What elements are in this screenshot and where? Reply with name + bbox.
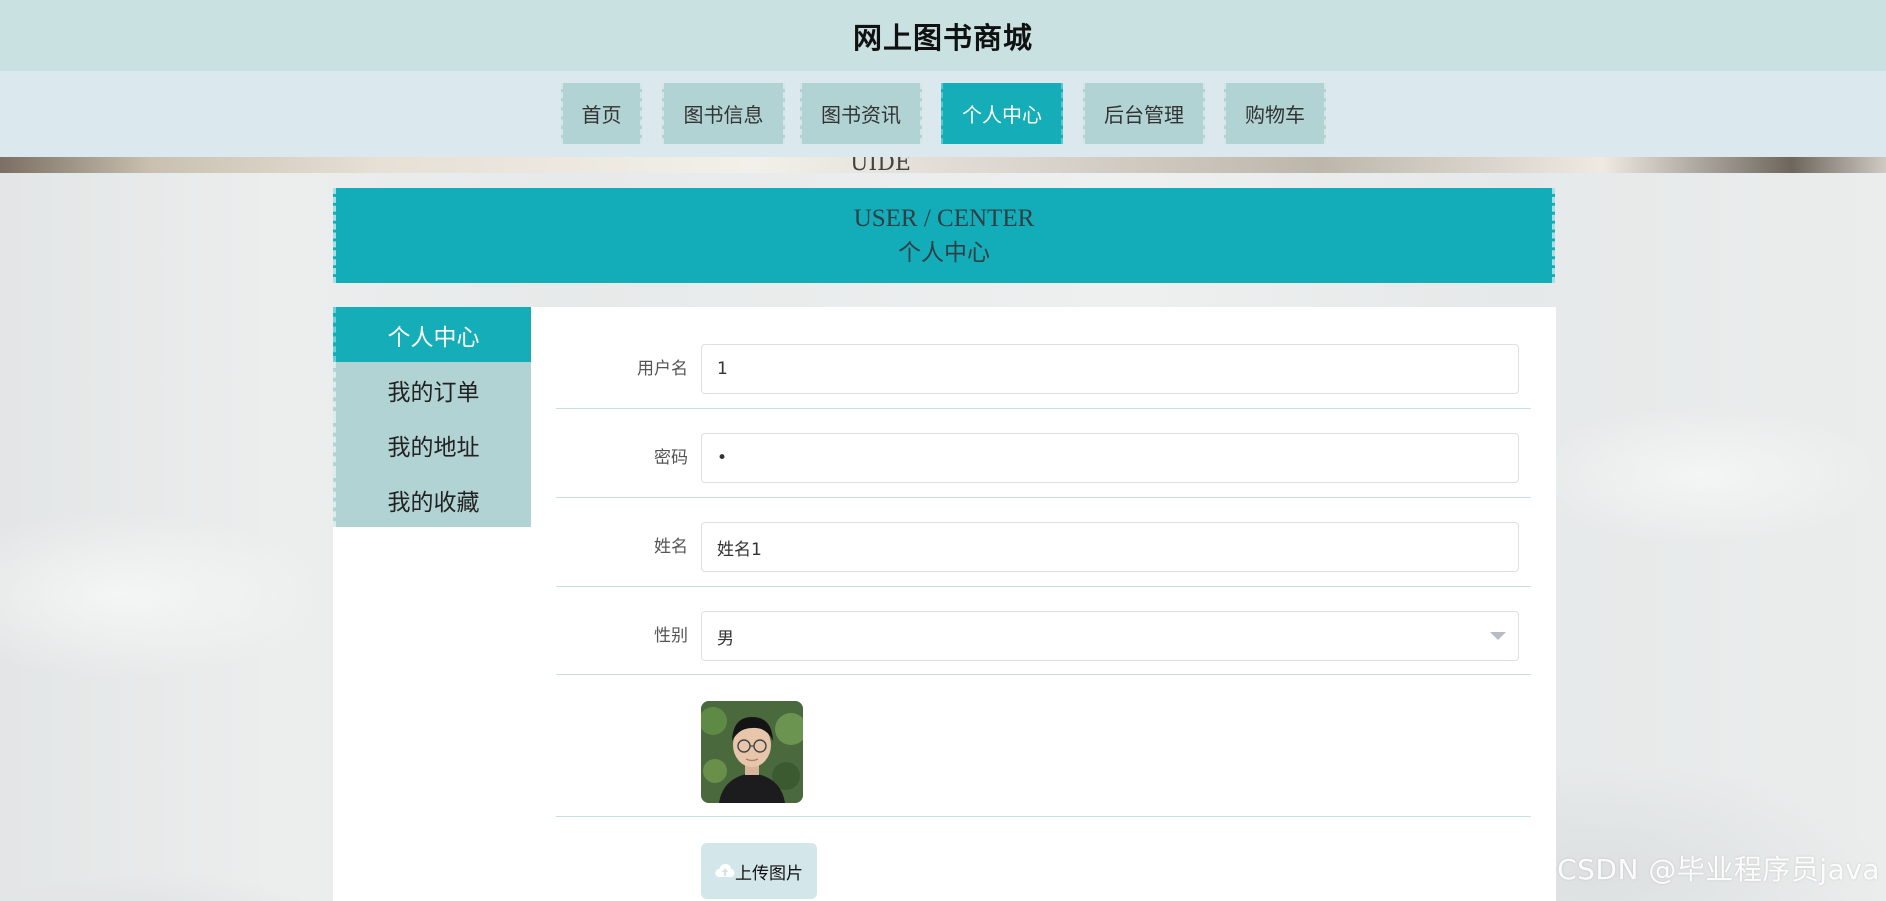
gender-label: 性别 bbox=[654, 626, 688, 646]
sidebar-item-my-address[interactable]: 我的地址 bbox=[333, 417, 531, 472]
avatar bbox=[701, 701, 803, 803]
banner-title-cn: 个人中心 bbox=[898, 239, 990, 266]
divider bbox=[556, 408, 1531, 409]
gender-select-value: 男 bbox=[717, 628, 734, 649]
password-input[interactable]: • bbox=[701, 433, 1519, 483]
sidebar-item-user-center[interactable]: 个人中心 bbox=[333, 307, 531, 362]
banner-title-en: USER / CENTER bbox=[853, 204, 1035, 232]
section-banner: USER / CENTER 个人中心 bbox=[333, 188, 1555, 283]
nav-item-admin[interactable]: 后台管理 bbox=[1083, 83, 1205, 144]
chevron-down-icon bbox=[1490, 632, 1506, 640]
site-header: 网上图书商城 bbox=[0, 0, 1886, 71]
username-label: 用户名 bbox=[637, 359, 688, 379]
upload-image-button[interactable]: 上传图片 bbox=[701, 843, 817, 899]
nav-item-home[interactable]: 首页 bbox=[561, 83, 642, 144]
username-input[interactable]: 1 bbox=[701, 344, 1519, 394]
site-title: 网上图书商城 bbox=[852, 20, 1033, 55]
nav-item-user-center[interactable]: 个人中心 bbox=[941, 83, 1063, 144]
csdn-watermark: CSDN @毕业程序员java bbox=[1557, 853, 1880, 886]
gender-select[interactable]: 男 bbox=[701, 611, 1519, 661]
divider bbox=[556, 674, 1531, 675]
name-input[interactable]: 姓名1 bbox=[701, 522, 1519, 572]
nav-item-book-news[interactable]: 图书资讯 bbox=[800, 83, 922, 144]
main-nav: 首页 图书信息 图书资讯 个人中心 后台管理 购物车 bbox=[0, 71, 1886, 157]
nav-item-book-info[interactable]: 图书信息 bbox=[662, 83, 785, 144]
upload-image-label: 上传图片 bbox=[735, 863, 803, 884]
banner-photo-strip: UIDE bbox=[0, 157, 1886, 173]
name-label: 姓名 bbox=[654, 537, 688, 557]
user-sidebar: 个人中心 我的订单 我的地址 我的收藏 bbox=[333, 307, 531, 901]
cloud-upload-icon bbox=[715, 864, 735, 877]
password-label: 密码 bbox=[654, 448, 688, 468]
profile-form: 用户名 1 密码 • 姓名 姓名1 性别 男 上传图片 bbox=[531, 307, 1556, 901]
sidebar-item-my-favorites[interactable]: 我的收藏 bbox=[333, 472, 531, 527]
divider bbox=[556, 586, 1531, 587]
avatar-portrait bbox=[701, 701, 803, 803]
nav-item-cart[interactable]: 购物车 bbox=[1224, 83, 1326, 144]
divider bbox=[556, 497, 1531, 498]
sidebar-item-my-orders[interactable]: 我的订单 bbox=[333, 362, 531, 417]
divider bbox=[556, 816, 1531, 817]
